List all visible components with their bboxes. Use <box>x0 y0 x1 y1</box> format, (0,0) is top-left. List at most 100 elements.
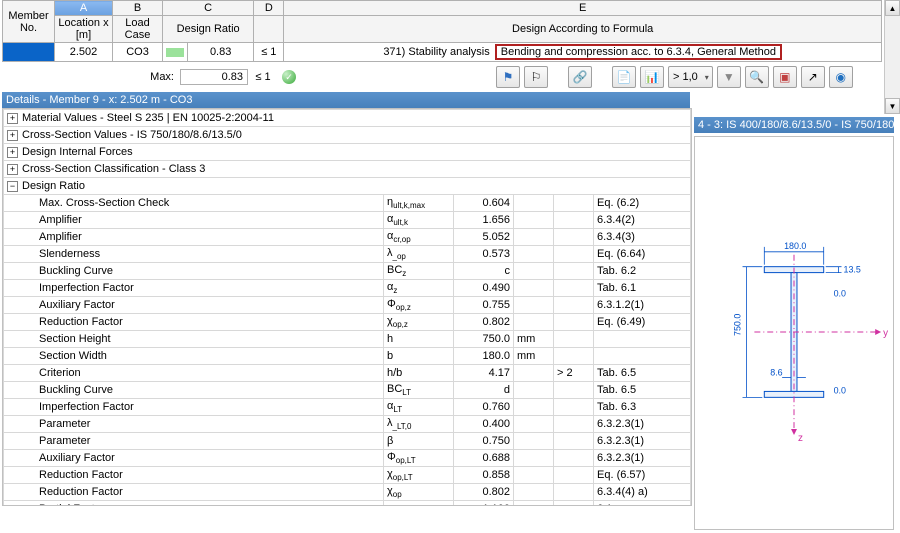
details-area[interactable]: +Material Values - Steel S 235 | EN 1002… <box>2 108 692 506</box>
scroll-down-icon[interactable]: ▼ <box>885 98 900 114</box>
detail-reference: Tab. 6.5 <box>594 382 691 399</box>
detail-row[interactable]: Imperfection FactorαLT0.760Tab. 6.3 <box>4 399 691 416</box>
detail-unit <box>514 450 554 467</box>
detail-row[interactable]: Reduction Factorχop0.8026.3.4(4) a) <box>4 484 691 501</box>
pick-member-button[interactable]: ▣ <box>773 66 797 88</box>
expand-icon[interactable]: + <box>7 113 18 124</box>
detail-name: Imperfection Factor <box>7 401 380 413</box>
detail-symbol: ηult,k,max <box>384 195 454 212</box>
tree-group[interactable]: + Design Internal Forces <box>4 144 691 161</box>
detail-row[interactable]: Buckling CurveBCLTdTab. 6.5 <box>4 382 691 399</box>
detail-symbol: b <box>384 348 454 365</box>
expand-icon[interactable]: + <box>7 164 18 175</box>
detail-value: 180.0 <box>454 348 514 365</box>
detail-compare <box>554 331 594 348</box>
dim-width: 180.0 <box>784 241 806 251</box>
collapse-icon[interactable]: − <box>7 181 18 192</box>
view-button[interactable]: ◉ <box>829 66 853 88</box>
hdr-member[interactable]: Member No. <box>3 1 55 43</box>
detail-value: 0.604 <box>454 195 514 212</box>
export-2-button[interactable]: 📊 <box>640 66 664 88</box>
detail-row[interactable]: Reduction Factorχop,z0.802Eq. (6.49) <box>4 314 691 331</box>
hdr-location[interactable]: Location x [m] <box>55 16 113 43</box>
col-letter-a[interactable]: A <box>55 1 113 16</box>
dim-zero1: 0.0 <box>834 288 846 298</box>
detail-value: 0.802 <box>454 314 514 331</box>
detail-name: Section Height <box>7 333 380 345</box>
expand-icon[interactable]: + <box>7 130 18 141</box>
detail-name: Buckling Curve <box>7 265 380 277</box>
detail-name: Section Width <box>7 350 380 362</box>
detail-compare <box>554 195 594 212</box>
detail-row[interactable]: Amplifierαcr,op5.0526.3.4(3) <box>4 229 691 246</box>
detail-row[interactable]: Section Heighth750.0mm <box>4 331 691 348</box>
detail-row[interactable]: Auxiliary FactorΦop,LT0.6886.3.2.3(1) <box>4 450 691 467</box>
col-letter-b[interactable]: B <box>113 1 163 16</box>
col-letter-c[interactable]: C <box>163 1 254 16</box>
cell-location[interactable]: 2.502 <box>55 43 113 62</box>
detail-value: 750.0 <box>454 331 514 348</box>
detail-name: Imperfection Factor <box>7 282 380 294</box>
show-all-button[interactable]: 🔍 <box>745 66 769 88</box>
detail-unit <box>514 297 554 314</box>
detail-value: 0.760 <box>454 399 514 416</box>
hdr-ratio[interactable]: Design Ratio <box>163 16 254 43</box>
tree-group[interactable]: +Cross-Section Values - IS 750/180/8.6/1… <box>4 127 691 144</box>
detail-row[interactable]: Parameterλ_LT,00.4006.3.2.3(1) <box>4 416 691 433</box>
isolate-button[interactable]: ↗ <box>801 66 825 88</box>
detail-row[interactable]: Amplifierαult,k1.6566.3.4(2) <box>4 212 691 229</box>
cell-loadcase[interactable]: CO3 <box>113 43 163 62</box>
col-letter-d[interactable]: D <box>254 1 284 16</box>
detail-value: 0.400 <box>454 416 514 433</box>
hdr-formula[interactable]: Design According to Formula <box>284 16 882 43</box>
funnel-button[interactable]: ▼ <box>717 66 741 88</box>
formula-highlight: Bending and compression acc. to 6.3.4, G… <box>495 44 782 60</box>
cell-member[interactable] <box>3 43 55 62</box>
detail-value: 0.750 <box>454 433 514 450</box>
cell-formula[interactable]: 371) Stability analysis Bending and comp… <box>284 43 882 62</box>
col-letter-e[interactable]: E <box>284 1 882 16</box>
detail-symbol: αLT <box>384 399 454 416</box>
detail-reference: 6.3.2.3(1) <box>594 433 691 450</box>
axis-z-label: z <box>798 433 803 444</box>
detail-row[interactable]: Partial FactorγM11.1006.1 <box>4 501 691 507</box>
link-button[interactable]: 🔗 <box>568 66 592 88</box>
detail-value: c <box>454 263 514 280</box>
detail-unit <box>514 433 554 450</box>
detail-name: Reduction Factor <box>7 316 380 328</box>
detail-row[interactable]: Criterionh/b4.17> 2Tab. 6.5 <box>4 365 691 382</box>
detail-row[interactable]: Buckling CurveBCzcTab. 6.2 <box>4 263 691 280</box>
detail-row[interactable]: Section Widthb180.0mm <box>4 348 691 365</box>
scroll-up-icon[interactable]: ▲ <box>885 0 900 16</box>
cross-section-diagram[interactable]: 180.0 13.5 750.0 8.6 0.0 0.0 y z <box>694 136 894 530</box>
tree-group[interactable]: +Cross-Section Classification - Class 3 <box>4 161 691 178</box>
tree-group-open[interactable]: −Design Ratio <box>4 178 691 195</box>
ratio-filter-select[interactable]: > 1,0 <box>668 66 713 88</box>
detail-unit <box>514 501 554 507</box>
detail-name: Amplifier <box>7 231 380 243</box>
hdr-loadcase[interactable]: Load Case <box>113 16 163 43</box>
detail-row[interactable]: Parameterβ0.7506.3.2.3(1) <box>4 433 691 450</box>
detail-row[interactable]: Max. Cross-Section Checkηult,k,max0.604E… <box>4 195 691 212</box>
detail-row[interactable]: Imperfection Factorαz0.490Tab. 6.1 <box>4 280 691 297</box>
cell-ratio[interactable]: 0.83 <box>188 43 254 62</box>
group-label: Design Internal Forces <box>22 146 133 158</box>
tree-group[interactable]: +Material Values - Steel S 235 | EN 1002… <box>4 110 691 127</box>
detail-row[interactable]: Reduction Factorχop,LT0.858Eq. (6.57) <box>4 467 691 484</box>
detail-symbol: BCLT <box>384 382 454 399</box>
stability-id: 371) <box>383 46 405 58</box>
vertical-scrollbar[interactable]: ▲ ▼ <box>884 0 900 114</box>
detail-compare <box>554 416 594 433</box>
detail-value: 4.17 <box>454 365 514 382</box>
detail-row[interactable]: Auxiliary FactorΦop,z0.7556.3.1.2(1) <box>4 297 691 314</box>
filter-2-button[interactable]: ⚐ <box>524 66 548 88</box>
detail-row[interactable]: Slendernessλ_op0.573Eq. (6.64) <box>4 246 691 263</box>
detail-reference <box>594 331 691 348</box>
expand-icon[interactable]: + <box>7 147 18 158</box>
export-1-button[interactable]: 📄 <box>612 66 636 88</box>
filter-1-button[interactable]: ⚑ <box>496 66 520 88</box>
detail-reference: Eq. (6.57) <box>594 467 691 484</box>
detail-compare <box>554 467 594 484</box>
detail-compare <box>554 229 594 246</box>
result-row[interactable]: 2.502 CO3 0.83 ≤ 1 371) Stability analys… <box>3 43 882 62</box>
